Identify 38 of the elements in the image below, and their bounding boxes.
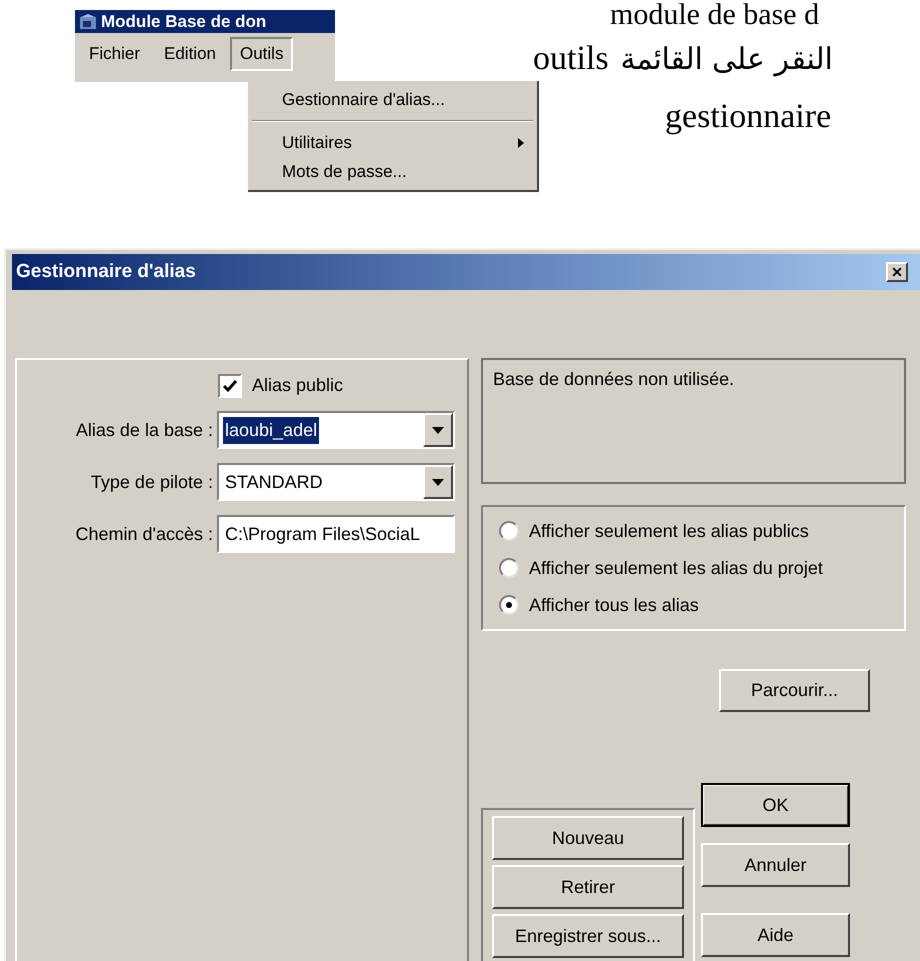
status-box: Base de données non utilisée. bbox=[481, 358, 906, 484]
action-button[interactable]: Nouveau bbox=[492, 816, 684, 860]
field-label: Chemin d'accès : bbox=[74, 522, 214, 546]
action-button[interactable]: Enregistrer sous... bbox=[492, 914, 684, 958]
menu-item[interactable]: Mots de passe... bbox=[248, 157, 537, 186]
document-text: gestionnaire bbox=[665, 100, 832, 134]
document-text: outils bbox=[533, 42, 609, 76]
field-label: Type de pilote : bbox=[90, 470, 214, 494]
radio-button[interactable] bbox=[499, 595, 519, 615]
document-text: النقر على القائمة bbox=[620, 45, 833, 75]
field-label: Alias de la base : bbox=[74, 418, 214, 442]
dialog-button[interactable]: Aide bbox=[701, 913, 850, 957]
close-button[interactable]: × bbox=[886, 262, 908, 282]
menu-item[interactable]: Fichier bbox=[79, 37, 150, 70]
radio-button[interactable] bbox=[499, 558, 519, 578]
app-icon bbox=[79, 12, 97, 30]
menu-item[interactable]: Utilitaires bbox=[248, 128, 537, 157]
checkbox[interactable] bbox=[218, 374, 242, 398]
window-title: Module Base de don bbox=[101, 10, 266, 33]
menu-item[interactable]: Outils bbox=[230, 37, 294, 70]
dropdown-field[interactable]: laoubi_adel bbox=[217, 411, 455, 449]
radio-label: Afficher seulement les alias du projet bbox=[529, 556, 823, 580]
dropdown-field[interactable]: STANDARD bbox=[217, 463, 455, 501]
dialog-button[interactable]: OK bbox=[701, 783, 850, 827]
input-field[interactable]: C:\Program Files\SociaL bbox=[217, 515, 455, 553]
browse-button[interactable]: Parcourir... bbox=[719, 669, 870, 712]
action-button[interactable]: Retirer bbox=[492, 865, 684, 909]
menu-item[interactable]: Edition bbox=[154, 37, 226, 70]
checkmark-icon bbox=[223, 378, 237, 392]
dialog-title: Gestionnaire d'alias bbox=[16, 260, 196, 284]
menu-item[interactable]: Gestionnaire d'alias... bbox=[248, 85, 537, 114]
radio-label: Afficher seulement les alias publics bbox=[529, 520, 809, 543]
document-text: module de base d bbox=[610, 0, 820, 30]
submenu-arrow-icon bbox=[517, 136, 525, 148]
radio-label: Afficher tous les alias bbox=[529, 594, 699, 616]
dialog-button[interactable]: Annuler bbox=[701, 843, 850, 887]
radio-button[interactable] bbox=[499, 521, 519, 541]
checkbox-label: Alias public bbox=[252, 374, 344, 397]
